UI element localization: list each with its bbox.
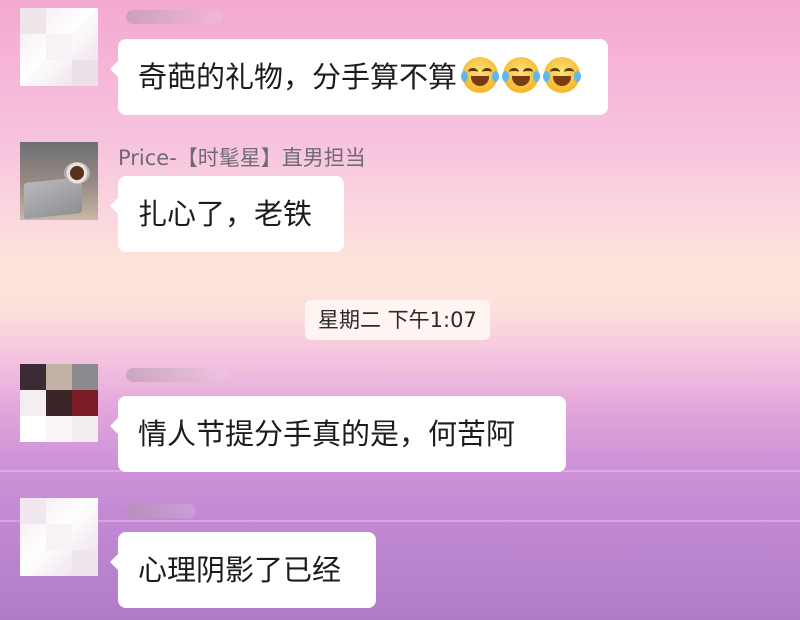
sender-name: Price-【时髦星】直男担当 <box>118 146 366 170</box>
message-bubble[interactable]: 奇葩的礼物，分手算不算 <box>110 39 608 115</box>
avatar[interactable] <box>20 498 98 576</box>
avatar[interactable] <box>20 8 98 86</box>
message-text: 情人节提分手真的是，何苦阿 <box>138 417 516 451</box>
message-bubble[interactable]: 扎心了，老铁 <box>110 176 344 252</box>
sender-name-blurred <box>126 10 222 24</box>
message-text: 扎心了，老铁 <box>138 197 313 231</box>
background-wave <box>0 520 800 522</box>
message-text: 心理阴影了已经 <box>138 553 342 587</box>
joy-tears-emoji-icon <box>543 57 582 93</box>
sender-name-blurred <box>126 504 196 518</box>
avatar[interactable] <box>20 142 98 220</box>
chat-timestamp: 星期二 下午1:07 <box>305 300 490 340</box>
joy-tears-emoji-icon <box>461 57 500 93</box>
joy-tears-emoji-icon <box>502 57 541 93</box>
avatar[interactable] <box>20 364 98 442</box>
coffee-cup-image <box>64 162 90 184</box>
message-bubble[interactable]: 情人节提分手真的是，何苦阿 <box>110 396 566 472</box>
sender-name-blurred <box>126 368 226 382</box>
message-bubble[interactable]: 心理阴影了已经 <box>110 532 376 608</box>
message-text: 奇葩的礼物，分手算不算 <box>138 60 458 94</box>
